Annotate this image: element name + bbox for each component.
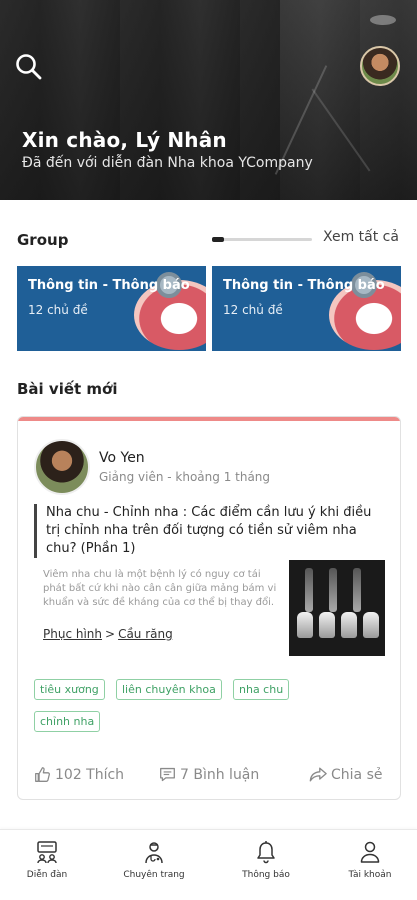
breadcrumb-separator: > <box>105 627 116 641</box>
post-tag[interactable]: chỉnh nha <box>34 711 101 732</box>
group-topic-count: 12 chủ đề <box>223 303 283 317</box>
nav-notifications[interactable]: Thông báo <box>221 840 311 880</box>
share-icon <box>309 767 327 782</box>
xray-tooth <box>341 612 357 638</box>
post-title[interactable]: Nha chu - Chỉnh nha : Các điểm cần lưu ý… <box>34 504 386 558</box>
post-accent-bar <box>18 417 400 421</box>
bottom-navigation: Diễn đàn Chuyên trang Thông báo Tài khoả… <box>0 829 417 900</box>
header-banner: Xin chào, Lý Nhân Đã đến với diễn đàn Nh… <box>0 0 417 200</box>
new-posts-title: Bài viết mới <box>17 380 118 398</box>
post-card[interactable]: Vo Yen Giảng viên - khoảng 1 tháng Nha c… <box>17 416 401 800</box>
group-name: Thông tin - Thông báo <box>223 278 385 293</box>
xray-tooth <box>363 612 379 638</box>
group-card[interactable]: Thông tin - Thông báo 12 chủ đề <box>212 266 401 351</box>
nav-specialty-label: Chuyên trang <box>123 870 185 880</box>
author-name[interactable]: Vo Yen <box>99 450 145 466</box>
comment-count: 7 Bình luận <box>180 766 260 783</box>
post-breadcrumb: Phục hình > Cầu răng <box>43 627 173 641</box>
group-name: Thông tin - Thông báo <box>28 278 190 293</box>
breadcrumb-category[interactable]: Phục hình <box>43 627 102 641</box>
forum-icon <box>37 841 57 864</box>
author-meta: Giảng viên - khoảng 1 tháng <box>99 470 271 484</box>
see-all-link[interactable]: Xem tất cả <box>323 229 399 245</box>
comment-button[interactable]: 7 Bình luận <box>159 766 259 783</box>
share-button[interactable]: Chia sẻ <box>309 766 382 783</box>
xray-root <box>305 568 313 612</box>
user-avatar[interactable] <box>360 46 400 86</box>
search-icon <box>16 54 42 80</box>
doctor-icon <box>145 842 163 864</box>
search-button[interactable] <box>14 52 44 82</box>
xray-root <box>353 568 361 612</box>
post-thumbnail[interactable] <box>289 560 385 656</box>
group-section-title: Group <box>17 231 69 249</box>
group-card[interactable]: Thông tin - Thông báo 12 chủ đề <box>17 266 206 351</box>
group-scroll-track <box>212 238 312 241</box>
comment-icon <box>160 767 175 782</box>
background-decoration <box>370 15 396 25</box>
author-avatar[interactable] <box>34 439 90 495</box>
post-tag[interactable]: tiêu xương <box>34 679 105 700</box>
group-topic-count: 12 chủ đề <box>28 303 88 317</box>
post-excerpt: Viêm nha chu là một bệnh lý có nguy cơ t… <box>43 569 277 608</box>
user-icon <box>360 841 380 863</box>
like-count: 102 Thích <box>55 766 125 783</box>
share-label: Chia sẻ <box>331 766 383 783</box>
nav-notifications-label: Thông báo <box>242 870 290 880</box>
breadcrumb-subcategory[interactable]: Cầu răng <box>118 627 173 641</box>
bell-icon <box>257 841 275 864</box>
greeting-title: Xin chào, Lý Nhân <box>22 128 227 152</box>
nav-account[interactable]: Tài khoản <box>325 840 415 880</box>
like-button[interactable]: 102 Thích <box>34 766 124 783</box>
nav-specialty[interactable]: Chuyên trang <box>109 840 199 880</box>
group-scroll-indicator <box>212 237 224 242</box>
xray-root <box>329 568 337 612</box>
nav-forum[interactable]: Diễn đàn <box>2 840 92 880</box>
nav-account-label: Tài khoản <box>348 870 392 880</box>
thumbs-up-icon <box>35 767 50 782</box>
nav-forum-label: Diễn đàn <box>26 870 68 880</box>
post-tag[interactable]: liên chuyên khoa <box>116 679 222 700</box>
post-tag[interactable]: nha chu <box>233 679 290 700</box>
xray-tooth <box>319 612 335 638</box>
greeting-subtitle: Đã đến với diễn đàn Nha khoa YCompany <box>22 155 313 171</box>
xray-tooth <box>297 612 313 638</box>
